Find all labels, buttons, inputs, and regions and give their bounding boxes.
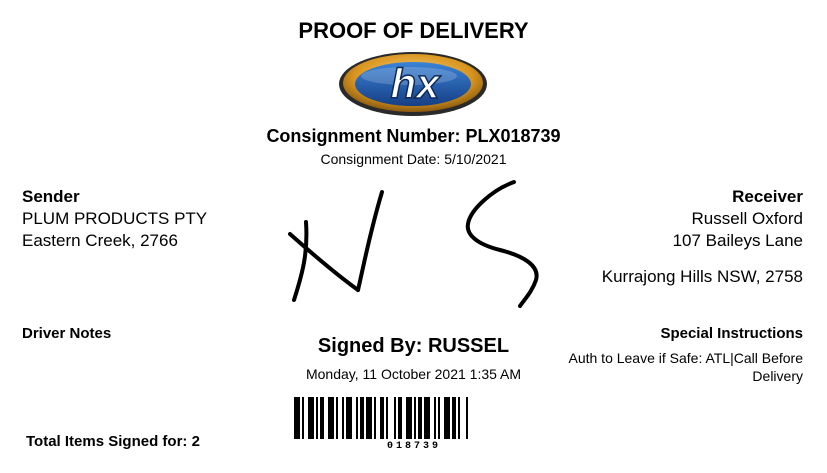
barcode-bar bbox=[418, 397, 422, 439]
barcode-bar bbox=[308, 397, 314, 439]
barcode bbox=[294, 397, 468, 439]
receiver-locality: Kurrajong Hills NSW, 2758 bbox=[601, 267, 803, 286]
signed-datetime: Monday, 11 October 2021 1:35 AM bbox=[305, 366, 522, 382]
signed-by-label: Signed By: bbox=[317, 335, 423, 357]
logo-text: hx bbox=[390, 60, 441, 107]
barcode-bar bbox=[294, 397, 300, 439]
barcode-bar bbox=[302, 397, 304, 439]
total-items-signed: Total Items Signed for: 2 bbox=[26, 433, 200, 450]
sender-name: PLUM PRODUCTS PTY bbox=[22, 209, 208, 228]
handwritten-signature bbox=[288, 180, 539, 308]
barcode-number: 018739 bbox=[386, 441, 441, 452]
barcode-bar bbox=[394, 397, 396, 439]
barcode-bar bbox=[342, 397, 344, 439]
consignment-date: Consignment Date: 5/10/2021 bbox=[0, 151, 827, 167]
page-title: PROOF OF DELIVERY bbox=[298, 18, 529, 43]
receiver-heading: Receiver bbox=[732, 187, 803, 206]
barcode-bar bbox=[414, 397, 416, 439]
barcode-bar bbox=[386, 397, 388, 439]
consignment-number-label: Consignment Number: bbox=[266, 126, 461, 146]
signed-by: Signed By: RUSSEL bbox=[0, 335, 827, 358]
consignment-number: Consignment Number: PLX018739 bbox=[0, 126, 827, 147]
barcode-bar bbox=[356, 397, 358, 439]
receiver-street: 107 Baileys Lane bbox=[672, 231, 803, 250]
barcode-bar bbox=[458, 397, 460, 439]
barcode-bar bbox=[398, 397, 402, 439]
barcode-bar bbox=[366, 397, 372, 439]
barcode-bar bbox=[444, 397, 450, 439]
consignment-date-value: 5/10/2021 bbox=[444, 151, 507, 167]
hx-logo: hx bbox=[339, 52, 487, 116]
barcode-bar bbox=[466, 397, 468, 439]
receiver-name: Russell Oxford bbox=[691, 209, 803, 228]
barcode-bar bbox=[374, 397, 376, 439]
barcode-bar bbox=[320, 397, 324, 439]
barcode-bar bbox=[316, 397, 318, 439]
sender-address: Eastern Creek, 2766 bbox=[22, 231, 178, 250]
barcode-bar bbox=[434, 397, 436, 439]
barcode-bar bbox=[360, 397, 364, 439]
barcode-bar bbox=[424, 397, 430, 439]
barcode-bar bbox=[328, 397, 334, 439]
sender-heading: Sender bbox=[22, 187, 80, 206]
signed-by-name: RUSSEL bbox=[427, 335, 510, 357]
barcode-bar bbox=[452, 397, 456, 439]
barcode-bar bbox=[406, 397, 412, 439]
barcode-bar bbox=[438, 397, 440, 439]
barcode-bar bbox=[336, 397, 338, 439]
consignment-number-value: PLX018739 bbox=[465, 126, 561, 146]
barcode-bar bbox=[380, 397, 384, 439]
barcode-bar bbox=[346, 397, 352, 439]
consignment-date-label: Consignment Date: bbox=[320, 151, 441, 167]
receiver-block: Receiver Russell Oxford 107 Baileys Lane… bbox=[602, 186, 803, 288]
sender-block: Sender PLUM PRODUCTS PTY Eastern Creek, … bbox=[22, 186, 207, 252]
